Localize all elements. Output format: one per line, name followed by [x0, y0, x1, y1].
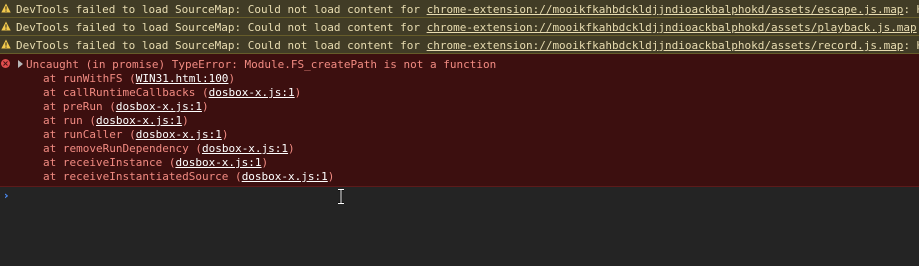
- frame-suffix: ): [221, 128, 229, 141]
- frame-source-link[interactable]: dosbox-x.js:1: [242, 170, 328, 183]
- frame-label: at runWithFS (: [43, 72, 136, 85]
- frame-label: at run (: [43, 114, 96, 127]
- frame-label: at removeRunDependency (: [43, 142, 202, 155]
- stack-frame: at run (dosbox-x.js:1): [43, 114, 334, 128]
- frame-label: at preRun (: [43, 100, 116, 113]
- warning-text: DevTools failed to load SourceMap: Could…: [16, 39, 919, 52]
- frame-suffix: ): [288, 142, 295, 155]
- frame-source-link[interactable]: dosbox-x.js:1: [136, 128, 222, 141]
- chevron-right-icon: ›: [4, 189, 9, 202]
- warning-suffix: : H: [903, 39, 919, 52]
- error-message[interactable]: × Uncaught (in promise) TypeError: Modul…: [0, 54, 919, 187]
- stack-trace: at runWithFS (WIN31.html:100) at callRun…: [43, 72, 334, 184]
- stack-frame: at receiveInstantiatedSource (dosbox-x.j…: [43, 170, 334, 184]
- stack-frame: at removeRunDependency (dosbox-x.js:1): [43, 142, 334, 156]
- frame-suffix: ): [261, 156, 269, 169]
- stack-frame: at runWithFS (WIN31.html:100): [43, 72, 334, 86]
- sourcemap-link[interactable]: chrome-extension://mooikfkahbdckldjjndio…: [427, 21, 917, 34]
- frame-source-link[interactable]: dosbox-x.js:1: [202, 142, 288, 155]
- console-input[interactable]: [16, 188, 896, 204]
- frame-source-link[interactable]: dosbox-x.js:1: [209, 86, 295, 99]
- frame-suffix: ): [182, 114, 189, 127]
- warning-message[interactable]: DevTools failed to load SourceMap: Could…: [0, 36, 919, 54]
- warning-prefix: DevTools failed to load SourceMap: Could…: [16, 21, 427, 34]
- frame-suffix: ): [327, 170, 335, 183]
- frame-suffix: ): [228, 72, 236, 85]
- stack-frame: at preRun (dosbox-x.js:1): [43, 100, 334, 114]
- warning-text: DevTools failed to load SourceMap: Could…: [16, 21, 919, 34]
- warning-triangle-icon: [1, 39, 11, 49]
- stack-frame: at receiveInstance (dosbox-x.js:1): [43, 156, 334, 170]
- error-text: Uncaught (in promise) TypeError: Module.…: [26, 58, 497, 71]
- frame-label: at runCaller (: [43, 128, 136, 141]
- frame-suffix: ): [294, 86, 302, 99]
- warning-text: DevTools failed to load SourceMap: Could…: [16, 3, 919, 16]
- frame-label: at receiveInstance (: [43, 156, 176, 169]
- frame-source-link[interactable]: WIN31.html:100: [136, 72, 229, 85]
- sourcemap-link[interactable]: chrome-extension://mooikfkahbdckldjjndio…: [427, 39, 904, 52]
- frame-label: at receiveInstantiatedSource (: [43, 170, 242, 183]
- stack-frame: at runCaller (dosbox-x.js:1): [43, 128, 334, 142]
- warning-triangle-icon: [1, 3, 11, 13]
- warning-message[interactable]: DevTools failed to load SourceMap: Could…: [0, 18, 919, 36]
- text-ibeam-cursor-icon: [338, 189, 344, 204]
- console-prompt[interactable]: ›: [0, 188, 919, 204]
- error-circle-icon: ×: [1, 59, 10, 68]
- frame-source-link[interactable]: dosbox-x.js:1: [96, 114, 182, 127]
- stack-frame: at callRuntimeCallbacks (dosbox-x.js:1): [43, 86, 334, 100]
- expand-triangle-icon[interactable]: [18, 60, 23, 68]
- warning-prefix: DevTools failed to load SourceMap: Could…: [16, 39, 427, 52]
- devtools-console: DevTools failed to load SourceMap: Could…: [0, 0, 919, 266]
- warning-triangle-icon: [1, 21, 11, 31]
- frame-suffix: ): [201, 100, 209, 113]
- frame-source-link[interactable]: dosbox-x.js:1: [175, 156, 261, 169]
- frame-source-link[interactable]: dosbox-x.js:1: [116, 100, 202, 113]
- warning-message[interactable]: DevTools failed to load SourceMap: Could…: [0, 0, 919, 18]
- warning-prefix: DevTools failed to load SourceMap: Could…: [16, 3, 427, 16]
- warning-suffix: : H: [903, 3, 919, 16]
- frame-label: at callRuntimeCallbacks (: [43, 86, 209, 99]
- sourcemap-link[interactable]: chrome-extension://mooikfkahbdckldjjndio…: [427, 3, 904, 16]
